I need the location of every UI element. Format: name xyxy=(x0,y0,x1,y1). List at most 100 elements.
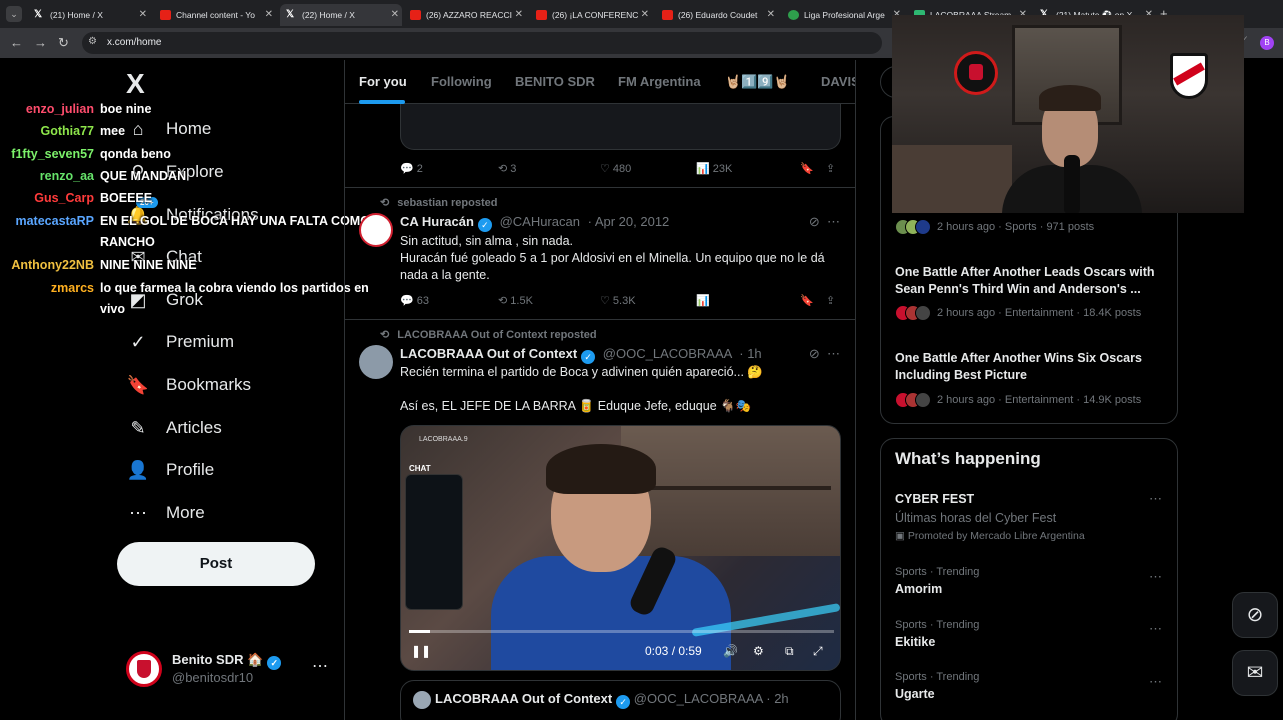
browser-tab[interactable]: Liga Profesional Arge✕ xyxy=(782,4,904,26)
browser-tab[interactable]: 𝕏 (21) Home / X ✕ xyxy=(28,4,150,26)
more-options-icon[interactable]: ⋯ xyxy=(1149,674,1162,690)
reload-icon[interactable]: ↻ xyxy=(58,35,69,51)
picture-in-picture-icon[interactable]: ⧉ xyxy=(785,644,794,659)
trend-context: Sports · Trending xyxy=(895,671,980,683)
close-tab-icon[interactable]: ✕ xyxy=(767,4,775,26)
verified-badge-icon: ✓ xyxy=(616,695,631,709)
account-avatar xyxy=(126,651,162,687)
more-options-icon[interactable]: ⋯ xyxy=(827,346,840,361)
news-meta[interactable]: 2 hours ago · Sports · 971 posts xyxy=(895,219,1094,235)
tweet-date[interactable]: Apr 20, 2012 xyxy=(595,214,669,229)
browser-tab[interactable]: Channel content - Yo ✕ xyxy=(154,4,276,26)
news-headline[interactable]: One Battle After Another Leads Oscars wi… xyxy=(895,264,1165,298)
close-tab-icon[interactable]: ✕ xyxy=(265,4,273,26)
back-icon[interactable]: ← xyxy=(10,35,23,50)
more-options-icon[interactable]: ⋯ xyxy=(1149,569,1162,585)
repost-button[interactable]: ⟲ 1.5K xyxy=(498,294,533,307)
author-name[interactable]: CA Huracán xyxy=(400,214,474,229)
tab-search-button[interactable]: ⌄ xyxy=(6,6,22,22)
youtube-favicon-icon xyxy=(536,10,547,20)
tweet-media[interactable] xyxy=(400,104,841,150)
tab-fm-argentina[interactable]: FM Argentina xyxy=(618,74,701,89)
browser-tab[interactable]: (26) ¡LA CONFERENC ✕ xyxy=(530,4,652,26)
news-headline[interactable]: One Battle After Another Wins Six Oscars… xyxy=(895,350,1165,384)
author-handle[interactable]: @OOC_LACOBRAAA xyxy=(603,346,732,361)
tab-for-you[interactable]: For you xyxy=(359,74,407,89)
account-name: Benito SDR 🏠 xyxy=(172,652,264,667)
post-button[interactable]: Post xyxy=(117,542,315,586)
repost-context[interactable]: ⟲ LACOBRAAA Out of Context reposted xyxy=(380,328,597,341)
url-text[interactable]: x.com/home xyxy=(107,37,161,48)
more-icon: ⋯ xyxy=(129,503,147,523)
close-tab-icon[interactable]: ✕ xyxy=(641,4,649,26)
whats-happening-title: What’s happening xyxy=(895,449,1041,468)
site-settings-icon[interactable]: ⚙ xyxy=(88,36,97,47)
author-name[interactable]: LACOBRAAA Out of Context xyxy=(400,346,577,361)
video-progress-bar[interactable] xyxy=(409,630,834,633)
news-meta[interactable]: 2 hours ago · Entertainment · 14.9K post… xyxy=(895,392,1141,408)
more-options-icon[interactable]: ⋯ xyxy=(1149,491,1162,507)
more-options-icon[interactable]: ⋯ xyxy=(827,214,840,229)
messages-floating-icon[interactable]: ✉ xyxy=(1232,650,1278,696)
trend-name[interactable]: Ekitike xyxy=(895,635,935,649)
browser-profile-avatar[interactable]: B xyxy=(1260,36,1274,50)
more-options-icon[interactable]: ⋯ xyxy=(1149,621,1162,637)
more-options-icon[interactable]: ⋯ xyxy=(312,656,328,676)
tab-list-emoji[interactable]: 🤘🏼1️⃣9️⃣🤘🏼 xyxy=(725,74,790,90)
quoted-tweet[interactable]: LACOBRAAA Out of Context ✓ @OOC_LACOBRAAA… xyxy=(400,680,841,720)
news-meta[interactable]: 2 hours ago · Entertainment · 18.4K post… xyxy=(895,305,1141,321)
tweet-actions: 💬 2 ⟲ 3 ♡ 480 📊 23K 🔖 ⇪ xyxy=(400,162,840,180)
reply-button[interactable]: 💬 63 xyxy=(400,294,429,307)
repost-button[interactable]: ⟲ 3 xyxy=(498,162,516,175)
share-icon[interactable]: ⇪ xyxy=(826,294,835,307)
active-tab-indicator xyxy=(359,100,405,104)
tab-benito-sdr[interactable]: BENITO SDR xyxy=(515,74,595,89)
promoted-trend-name[interactable]: CYBER FEST xyxy=(895,492,974,506)
tweet-avatar[interactable] xyxy=(359,345,393,379)
tweet-date[interactable]: 1h xyxy=(747,346,761,361)
views-button[interactable]: 📊 23K xyxy=(696,162,732,175)
close-tab-icon[interactable]: ✕ xyxy=(515,4,523,26)
url-field[interactable]: ⚙ x.com/home xyxy=(82,32,882,54)
trend-context: Sports · Trending xyxy=(895,619,980,631)
share-icon[interactable]: ⇪ xyxy=(826,162,835,175)
promoted-trend-desc: Últimas horas del Cyber Fest xyxy=(895,511,1057,525)
volume-icon[interactable]: 🔊 xyxy=(723,644,738,658)
x-logo[interactable]: X xyxy=(126,68,145,100)
author-handle[interactable]: @CAHuracan xyxy=(500,214,580,229)
forward-icon[interactable]: → xyxy=(34,35,47,50)
chat-username: matecastaRP xyxy=(15,214,94,228)
trend-name[interactable]: Ugarte xyxy=(895,687,935,701)
browser-tab[interactable]: (26) AZZARO REACCI ✕ xyxy=(404,4,526,26)
grok-floating-icon[interactable]: ⊘ xyxy=(1232,592,1278,638)
video-chat-panel xyxy=(405,474,463,610)
grok-icon[interactable]: ⊘ xyxy=(809,214,820,229)
like-button[interactable]: ♡ 5.3K xyxy=(600,294,636,307)
account-switcher[interactable]: Benito SDR 🏠 ✓ @benitosdr10 ⋯ xyxy=(126,648,336,692)
close-tab-icon[interactable]: ✕ xyxy=(391,4,399,26)
grok-icon[interactable]: ⊘ xyxy=(809,346,820,361)
close-tab-icon[interactable]: ✕ xyxy=(139,4,147,26)
liga-favicon-icon xyxy=(788,10,799,20)
bookmark-icon[interactable]: 🔖 xyxy=(800,294,814,307)
fullscreen-icon[interactable]: ⤢ xyxy=(813,644,823,659)
repost-context[interactable]: ⟲ sebastian reposted xyxy=(380,196,497,209)
tab-davis[interactable]: DAVIS xyxy=(821,74,855,89)
verified-badge-icon: ✓ xyxy=(581,350,596,364)
tweet-avatar[interactable] xyxy=(359,213,393,247)
tweet-video-player[interactable]: LACOBRAAA.9 CHAT ❚❚ 0:03 / 0:59 🔊 ⚙ ⧉ ⤢ xyxy=(400,425,841,671)
pause-icon[interactable]: ❚❚ xyxy=(411,644,431,658)
bookmark-icon[interactable]: 🔖 xyxy=(800,162,814,175)
browser-tab[interactable]: 𝕏 (22) Home / X ✕ xyxy=(280,4,402,26)
like-button[interactable]: ♡ 480 xyxy=(600,162,631,175)
divider xyxy=(345,319,855,320)
browser-tab-title: (26) Eduardo Coudet xyxy=(678,10,758,20)
reply-button[interactable]: 💬 2 xyxy=(400,162,423,175)
views-button[interactable]: 📊 xyxy=(696,294,710,307)
trend-name[interactable]: Amorim xyxy=(895,582,942,596)
youtube-favicon-icon xyxy=(662,10,673,20)
tab-following[interactable]: Following xyxy=(431,74,492,89)
settings-icon[interactable]: ⚙ xyxy=(753,644,764,658)
sidebar-item-label: Bookmarks xyxy=(166,375,252,394)
browser-tab[interactable]: (26) Eduardo Coudet ✕ xyxy=(656,4,778,26)
